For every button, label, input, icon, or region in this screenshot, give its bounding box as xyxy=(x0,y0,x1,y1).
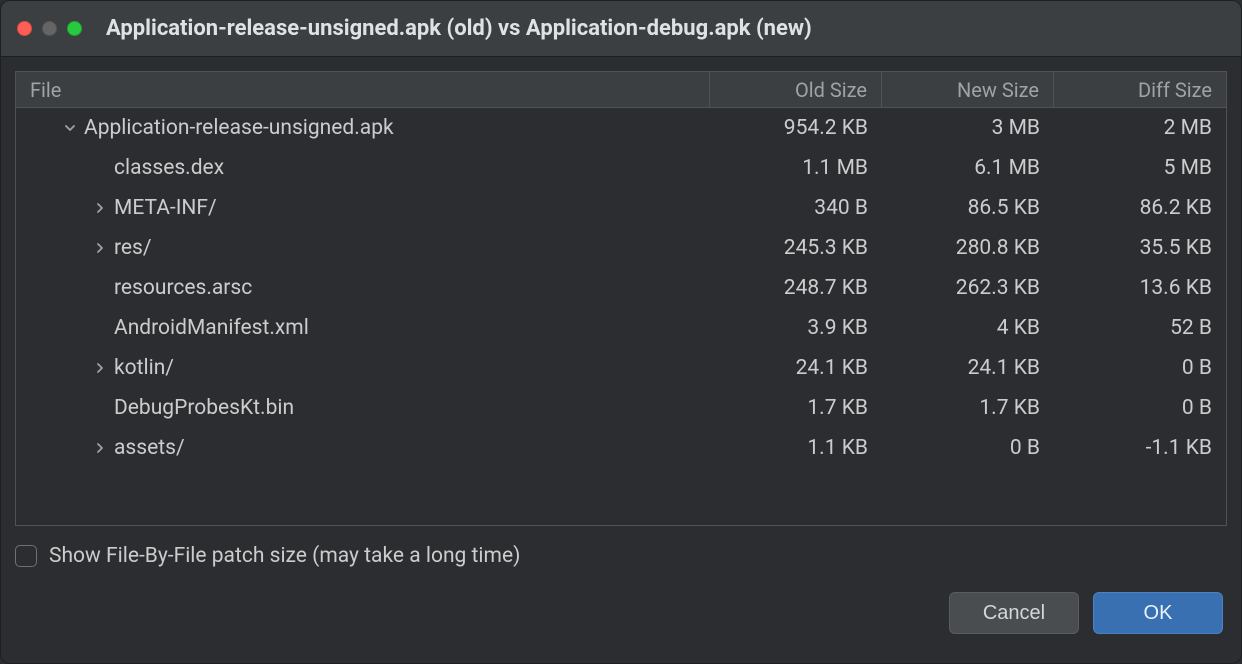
chevron-right-icon[interactable] xyxy=(86,362,114,374)
new-size-cell: 262.3 KB xyxy=(882,276,1054,300)
file-cell: classes.dex xyxy=(16,156,710,180)
window-title: Application-release-unsigned.apk (old) v… xyxy=(106,16,812,41)
button-row: Cancel OK xyxy=(15,592,1227,634)
new-size-cell: 0 B xyxy=(882,436,1054,460)
old-size-cell: 1.1 KB xyxy=(710,436,882,460)
file-cell: resources.arsc xyxy=(16,276,710,300)
old-size-cell: 3.9 KB xyxy=(710,316,882,340)
diff-size-cell: 0 B xyxy=(1054,356,1226,380)
file-name: META-INF/ xyxy=(114,196,217,220)
diff-size-cell: 5 MB xyxy=(1054,156,1226,180)
table-row[interactable]: AndroidManifest.xml 3.9 KB4 KB52 B xyxy=(16,308,1226,348)
file-cell: kotlin/ xyxy=(16,356,710,380)
file-name: kotlin/ xyxy=(114,356,174,380)
file-name: res/ xyxy=(114,236,152,260)
titlebar: Application-release-unsigned.apk (old) v… xyxy=(1,1,1241,57)
file-cell: AndroidManifest.xml xyxy=(16,316,710,340)
ok-button[interactable]: OK xyxy=(1093,592,1223,634)
file-cell: Application-release-unsigned.apk xyxy=(16,116,710,140)
options-row: Show File-By-File patch size (may take a… xyxy=(15,544,1227,568)
table-row[interactable]: res/245.3 KB280.8 KB35.5 KB xyxy=(16,228,1226,268)
column-old-size[interactable]: Old Size xyxy=(710,72,882,107)
new-size-cell: 24.1 KB xyxy=(882,356,1054,380)
file-cell: DebugProbesKt.bin xyxy=(16,396,710,420)
old-size-cell: 340 B xyxy=(710,196,882,220)
dialog-window: Application-release-unsigned.apk (old) v… xyxy=(0,0,1242,664)
old-size-cell: 248.7 KB xyxy=(710,276,882,300)
table-row[interactable]: classes.dex 1.1 MB6.1 MB5 MB xyxy=(16,148,1226,188)
diff-size-cell: 2 MB xyxy=(1054,116,1226,140)
table-row[interactable]: META-INF/340 B86.5 KB86.2 KB xyxy=(16,188,1226,228)
new-size-cell: 6.1 MB xyxy=(882,156,1054,180)
old-size-cell: 1.1 MB xyxy=(710,156,882,180)
column-new-size[interactable]: New Size xyxy=(882,72,1054,107)
chevron-right-icon[interactable] xyxy=(86,442,114,454)
chevron-down-icon[interactable] xyxy=(56,122,84,134)
maximize-icon[interactable] xyxy=(67,21,82,36)
diff-size-cell: -1.1 KB xyxy=(1054,436,1226,460)
file-name: Application-release-unsigned.apk xyxy=(84,116,394,140)
table-row[interactable]: resources.arsc 248.7 KB262.3 KB13.6 KB xyxy=(16,268,1226,308)
table-row[interactable]: kotlin/24.1 KB24.1 KB0 B xyxy=(16,348,1226,388)
diff-size-cell: 0 B xyxy=(1054,396,1226,420)
cancel-button[interactable]: Cancel xyxy=(949,592,1079,634)
chevron-right-icon[interactable] xyxy=(86,202,114,214)
old-size-cell: 954.2 KB xyxy=(710,116,882,140)
old-size-cell: 1.7 KB xyxy=(710,396,882,420)
diff-size-cell: 52 B xyxy=(1054,316,1226,340)
table-row[interactable]: DebugProbesKt.bin1.7 KB1.7 KB0 B xyxy=(16,388,1226,428)
old-size-cell: 24.1 KB xyxy=(710,356,882,380)
table-row[interactable]: Application-release-unsigned.apk 954.2 KB… xyxy=(16,108,1226,148)
diff-size-cell: 35.5 KB xyxy=(1054,236,1226,260)
column-file[interactable]: File xyxy=(16,72,710,107)
file-cell: META-INF/ xyxy=(16,196,710,220)
file-by-file-label: Show File-By-File patch size (may take a… xyxy=(49,544,520,568)
traffic-lights xyxy=(17,21,82,36)
file-name: AndroidManifest.xml xyxy=(114,316,309,340)
column-diff-size[interactable]: Diff Size xyxy=(1054,72,1226,107)
file-cell: assets/ xyxy=(16,436,710,460)
minimize-icon[interactable] xyxy=(42,21,57,36)
file-name: resources.arsc xyxy=(114,276,252,300)
file-name: classes.dex xyxy=(114,156,224,180)
close-icon[interactable] xyxy=(17,21,32,36)
new-size-cell: 280.8 KB xyxy=(882,236,1054,260)
old-size-cell: 245.3 KB xyxy=(710,236,882,260)
table-row[interactable]: assets/1.1 KB0 B-1.1 KB xyxy=(16,428,1226,468)
table-body: Application-release-unsigned.apk 954.2 KB… xyxy=(16,108,1226,525)
content-area: File Old Size New Size Diff Size Applica… xyxy=(1,57,1241,663)
file-name: DebugProbesKt.bin xyxy=(114,396,294,420)
new-size-cell: 4 KB xyxy=(882,316,1054,340)
file-cell: res/ xyxy=(16,236,710,260)
file-name: assets/ xyxy=(114,436,185,460)
diff-size-cell: 86.2 KB xyxy=(1054,196,1226,220)
chevron-right-icon[interactable] xyxy=(86,242,114,254)
new-size-cell: 1.7 KB xyxy=(882,396,1054,420)
new-size-cell: 3 MB xyxy=(882,116,1054,140)
file-table: File Old Size New Size Diff Size Applica… xyxy=(15,71,1227,526)
diff-size-cell: 13.6 KB xyxy=(1054,276,1226,300)
new-size-cell: 86.5 KB xyxy=(882,196,1054,220)
table-header: File Old Size New Size Diff Size xyxy=(16,72,1226,108)
file-by-file-checkbox[interactable] xyxy=(15,545,37,567)
